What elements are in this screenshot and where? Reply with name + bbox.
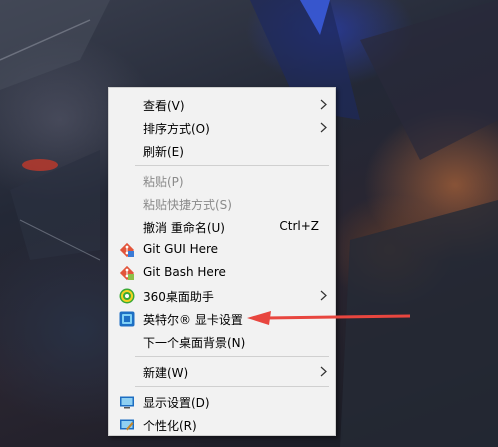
360-desktop-icon — [119, 288, 135, 304]
annotation-arrow — [247, 311, 411, 325]
menu-separator — [135, 386, 329, 387]
menu-separator — [135, 356, 329, 357]
menu-item-next-background[interactable]: 下一个桌面背景(N) — [109, 330, 335, 353]
personalize-icon — [120, 419, 134, 431]
menu-item-undo-rename[interactable]: 撤消 重命名(U) Ctrl+Z — [109, 215, 335, 238]
menu-item-label: 英特尔® 显卡设置 — [143, 313, 243, 327]
git-gui-icon — [119, 242, 135, 258]
menu-item-personalize[interactable]: 个性化(R) — [109, 413, 335, 436]
desktop-context-menu: 查看(V) 排序方式(O) 刷新(E) 粘贴(P) 粘贴快捷方式(S) 撤消 重… — [108, 87, 336, 436]
menu-item-label: 查看(V) — [143, 99, 185, 113]
display-settings-icon — [120, 396, 134, 409]
menu-item-git-bash[interactable]: Git Bash Here — [109, 261, 335, 284]
menu-item-new[interactable]: 新建(W) — [109, 360, 335, 383]
menu-item-label: 刷新(E) — [143, 145, 184, 159]
menu-item-360-desktop[interactable]: 360桌面助手 — [109, 284, 335, 307]
intel-graphics-icon — [119, 311, 135, 327]
menu-item-label: 新建(W) — [143, 366, 189, 380]
chevron-right-icon — [320, 122, 327, 133]
menu-item-label: 粘贴快捷方式(S) — [143, 198, 232, 212]
menu-item-label: 360桌面助手 — [143, 290, 214, 304]
menu-item-refresh[interactable]: 刷新(E) — [109, 139, 335, 162]
menu-item-shortcut: Ctrl+Z — [279, 219, 319, 233]
menu-item-paste-shortcut[interactable]: 粘贴快捷方式(S) — [109, 192, 335, 215]
menu-item-label: 排序方式(O) — [143, 122, 210, 136]
menu-item-display-settings[interactable]: 显示设置(D) — [109, 390, 335, 413]
menu-item-sort-by[interactable]: 排序方式(O) — [109, 116, 335, 139]
menu-item-label: 下一个桌面背景(N) — [143, 336, 246, 350]
chevron-right-icon — [320, 99, 327, 110]
menu-separator — [135, 165, 329, 166]
menu-item-label: 粘贴(P) — [143, 175, 184, 189]
menu-item-label: 撤消 重命名(U) — [143, 221, 225, 235]
chevron-right-icon — [320, 366, 327, 377]
git-bash-icon — [119, 265, 135, 281]
menu-item-label: 显示设置(D) — [143, 396, 210, 410]
chevron-right-icon — [320, 290, 327, 301]
menu-item-git-gui[interactable]: Git GUI Here — [109, 238, 335, 261]
menu-item-label: Git Bash Here — [143, 265, 226, 279]
menu-item-label: 个性化(R) — [143, 419, 197, 433]
menu-item-view[interactable]: 查看(V) — [109, 93, 335, 116]
menu-item-label: Git GUI Here — [143, 242, 219, 256]
menu-item-paste[interactable]: 粘贴(P) — [109, 169, 335, 192]
